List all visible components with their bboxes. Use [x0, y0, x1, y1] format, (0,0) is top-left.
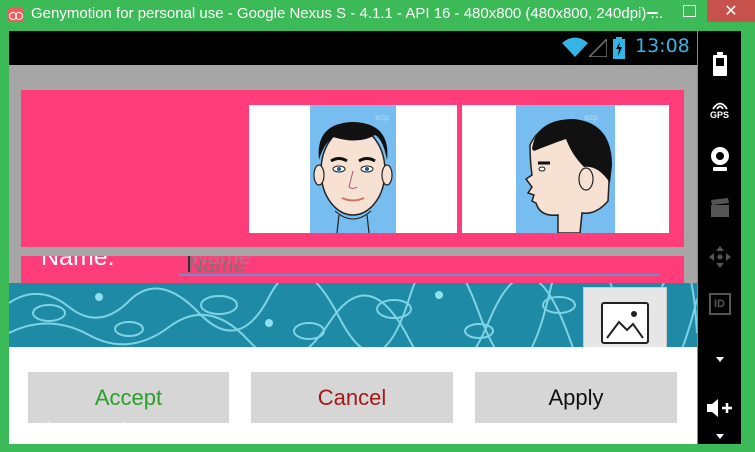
android-status-bar: 13:08 — [9, 31, 697, 65]
name-input-value: Name — [192, 256, 251, 269]
cancel-button[interactable]: Cancel — [251, 372, 453, 423]
personal-use-watermark: free for personal use — [16, 419, 154, 436]
chevron-down-icon — [715, 433, 724, 439]
signal-icon — [589, 39, 607, 57]
minimize-button[interactable] — [633, 0, 673, 22]
clapperboard-icon — [710, 198, 729, 217]
webcam-icon — [710, 147, 729, 171]
chevron-down-icon — [715, 356, 724, 362]
id-icon-label: ID — [714, 298, 725, 310]
scroll-down-arrow-bottom[interactable] — [698, 429, 741, 443]
gps-widget-button[interactable]: GPS — [698, 91, 741, 129]
front-face-photo[interactable]: ezp — [249, 105, 457, 233]
side-face-photo[interactable]: ezp — [462, 105, 669, 233]
image-icon — [601, 302, 649, 344]
photo-watermark: ezp — [584, 113, 599, 122]
photo-card: ezp ezp — [21, 90, 684, 247]
window-title: Genymotion for personal use - Google Nex… — [31, 5, 664, 22]
front-face-illustration — [313, 122, 393, 233]
photo-watermark: ezp — [375, 113, 390, 122]
name-label: Name: — [41, 256, 115, 271]
battery-icon — [712, 52, 727, 76]
id-icon: ID — [708, 293, 731, 315]
maximize-button[interactable] — [673, 0, 707, 22]
wifi-icon — [562, 37, 588, 57]
webcam-widget-button[interactable] — [698, 140, 741, 178]
volume-up-button[interactable] — [698, 389, 741, 427]
side-face-illustration — [524, 119, 612, 233]
gps-icon — [711, 102, 728, 110]
gps-label: GPS — [709, 110, 729, 120]
close-button[interactable]: ✕ — [707, 0, 755, 22]
android-screen: 13:08 ezp ezp Name: Name Name Accept Can… — [9, 31, 697, 444]
volume-up-icon — [706, 399, 732, 417]
name-input[interactable] — [179, 256, 659, 276]
accept-button[interactable]: Accept — [28, 372, 229, 423]
battery-status-icon — [613, 37, 625, 59]
text-cursor — [188, 256, 190, 272]
emulator-window: Genymotion for personal use - Google Nex… — [0, 0, 755, 452]
battery-widget-button[interactable] — [698, 45, 741, 83]
title-bar[interactable]: Genymotion for personal use - Google Nex… — [0, 0, 755, 31]
status-clock: 13:08 — [635, 35, 690, 57]
device-id-widget-button[interactable]: ID — [698, 285, 741, 323]
name-row: Name: Name — [21, 256, 684, 283]
genymotion-toolbar: GPS ID — [698, 31, 741, 444]
apply-button[interactable]: Apply — [475, 372, 677, 423]
genymotion-app-icon — [8, 8, 24, 22]
dpad-widget-button[interactable] — [698, 238, 741, 276]
dpad-icon — [708, 246, 731, 268]
scroll-down-arrow[interactable] — [698, 351, 741, 367]
capture-widget-button[interactable] — [698, 189, 741, 227]
